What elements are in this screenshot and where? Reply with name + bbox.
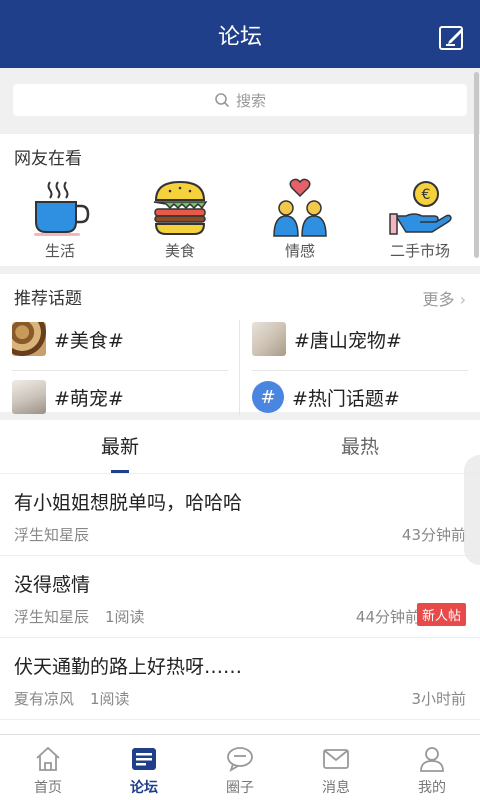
nav-item-profile[interactable]: 我的 — [384, 735, 480, 800]
nav-label: 首页 — [34, 780, 62, 796]
feed-tabs: 最新 最热 — [0, 420, 480, 474]
section-title-topics: 推荐话题 — [14, 289, 82, 309]
post-item[interactable]: 伏天通勤的路上好热呀…… 夏有凉风 1阅读 3小时前 — [0, 638, 480, 720]
browsing-section: 网友在看 生活 美食 情感 € 二手市场 — [0, 134, 480, 266]
topic-label: #美食# — [54, 329, 124, 352]
topic-label: #唐山宠物# — [294, 329, 402, 352]
mail-icon — [323, 749, 349, 769]
search-input[interactable]: 搜索 — [13, 84, 467, 116]
forum-icon — [132, 748, 156, 770]
post-author: 浮生知星辰 — [14, 526, 90, 544]
hashtag-icon: # — [252, 381, 284, 413]
post-meta: 浮生知星辰 — [14, 524, 89, 545]
post-time: 3小时前 — [411, 690, 466, 708]
post-title: 没得感情 — [14, 574, 91, 596]
topic-thumbnail — [12, 380, 46, 414]
divider — [239, 320, 240, 416]
chevron-right-icon: › — [454, 290, 466, 309]
topic-item-cute-pets[interactable]: #萌宠# — [12, 372, 232, 422]
couple-heart-icon — [273, 178, 327, 237]
category-label: 生活 — [44, 242, 75, 260]
category-food[interactable]: 美食 — [120, 178, 240, 261]
post-title: 有小姐姐想脱单吗，哈哈哈 — [14, 492, 243, 514]
search-area: 搜索 — [0, 68, 480, 132]
category-second-hand[interactable]: € 二手市场 — [360, 178, 480, 261]
topic-item-tangshan-pets[interactable]: #唐山宠物# — [252, 314, 472, 364]
nav-item-messages[interactable]: 消息 — [288, 735, 384, 800]
app-header: 论坛 — [0, 0, 480, 68]
nav-label: 我的 — [418, 780, 446, 796]
post-title: 伏天通勤的路上好热呀…… — [14, 656, 243, 678]
post-item[interactable]: 有小姐姐想脱单吗，哈哈哈 浮生知星辰 43分钟前 — [0, 474, 480, 556]
divider — [12, 370, 228, 371]
coffee-cup-icon — [34, 181, 90, 236]
post-author: 夏有凉风 — [14, 690, 75, 708]
topic-thumbnail — [12, 322, 46, 356]
post-author: 浮生知星辰 — [14, 608, 90, 626]
category-emotion[interactable]: 情感 — [240, 178, 360, 261]
svg-text:€: € — [422, 187, 431, 203]
search-placeholder: 搜索 — [235, 91, 266, 110]
page-title: 论坛 — [217, 25, 262, 50]
edit-icon — [439, 26, 463, 50]
tab-hottest[interactable]: 最热 — [240, 420, 480, 474]
category-label: 美食 — [164, 242, 195, 260]
search-icon — [215, 93, 230, 108]
nav-label: 消息 — [322, 780, 350, 796]
category-label: 二手市场 — [389, 242, 450, 260]
home-icon — [36, 746, 60, 771]
new-post-badge: 新人帖 — [416, 603, 466, 626]
post-meta: 浮生知星辰 1阅读 — [14, 606, 145, 627]
topic-item-food[interactable]: #美食# — [12, 314, 232, 364]
nav-label: 论坛 — [130, 780, 158, 796]
post-meta: 夏有凉风 1阅读 — [14, 688, 130, 709]
person-icon — [420, 747, 444, 772]
category-life[interactable]: 生活 — [0, 178, 120, 261]
nav-item-forum[interactable]: 论坛 — [96, 735, 192, 800]
topic-thumbnail — [252, 322, 286, 356]
post-reads: 1阅读 — [105, 608, 145, 626]
more-topics-link[interactable]: 更多 › — [423, 286, 467, 310]
post-item[interactable]: 没得感情 浮生知星辰 1阅读 44分钟前 新人帖 — [0, 556, 480, 638]
post-reads: 1阅读 — [90, 690, 130, 708]
more-label: 更多 — [422, 290, 455, 309]
feed-section: 最新 最热 有小姐姐想脱单吗，哈哈哈 浮生知星辰 43分钟前 没得感情 浮生知星… — [0, 420, 480, 734]
euro-coin-hand-icon: € — [389, 181, 452, 235]
topic-item-hot-topics[interactable]: # #热门话题# — [252, 372, 472, 422]
side-pull-tab[interactable] — [464, 455, 480, 565]
tab-latest[interactable]: 最新 — [0, 420, 240, 474]
bottom-nav: 首页 论坛 圈子 消息 我的 — [0, 734, 480, 800]
divider — [252, 370, 468, 371]
topics-section: 推荐话题 更多 › #美食# #唐山宠物# #萌宠# # #热门话题# — [0, 274, 480, 416]
nav-label: 圈子 — [226, 780, 254, 796]
section-title-browsing: 网友在看 — [14, 149, 82, 169]
topic-label: #萌宠# — [54, 387, 124, 410]
nav-item-circle[interactable]: 圈子 — [192, 735, 288, 800]
chat-bubble-icon — [227, 747, 253, 772]
compose-button[interactable] — [438, 24, 466, 52]
topic-label: #热门话题# — [292, 387, 400, 410]
nav-item-home[interactable]: 首页 — [0, 735, 96, 800]
category-label: 情感 — [284, 242, 315, 260]
burger-icon — [153, 180, 208, 235]
scrollbar[interactable] — [474, 72, 479, 258]
active-tab-indicator — [111, 470, 129, 473]
post-time: 43分钟前 — [401, 526, 466, 544]
post-time: 44分钟前 — [355, 608, 420, 626]
